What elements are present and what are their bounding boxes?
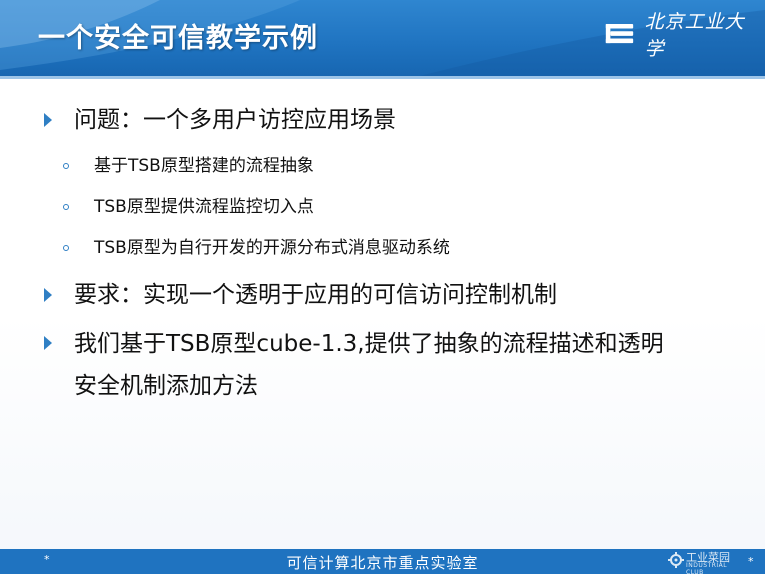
header-divider [0,76,765,79]
circle-bullet-icon [63,163,69,169]
university-emblem-icon [605,23,634,44]
watermark-subtext: INDUSTRIAL CLUB [686,562,728,574]
bullet-text: 要求：实现一个透明于应用的可信访问控制机制 [74,282,557,308]
sub-bullet-text: 基于TSB原型搭建的流程抽象 [94,156,314,176]
sub-bullet: TSB原型提供流程监控切入点 [42,187,742,228]
footer-mark-right: * [748,555,754,568]
slide-content: 问题：一个多用户访控应用场景 基于TSB原型搭建的流程抽象 TSB原型提供流程监… [42,100,742,413]
footer-lab-name: 可信计算北京市重点实验室 [286,554,479,572]
university-name: 北京工业大学 [644,11,745,60]
circle-bullet-icon [63,245,69,251]
triangle-bullet-icon [44,113,52,127]
bullet-approach: 我们基于TSB原型cube-1.3,提供了抽象的流程描述和透明 安全机制添加方法 [42,323,742,407]
triangle-bullet-icon [44,336,52,350]
gear-logo-icon [668,552,684,568]
sub-bullet: 基于TSB原型搭建的流程抽象 [42,146,742,187]
bullet-requirement: 要求：实现一个透明于应用的可信访问控制机制 [42,275,742,315]
page-title: 一个安全可信教学示例 [38,23,318,54]
bullet-text-line1: 我们基于TSB原型cube-1.3,提供了抽象的流程描述和透明 [74,331,664,357]
bullet-text: 问题：一个多用户访控应用场景 [74,107,396,133]
sub-bullet-text: TSB原型为自行开发的开源分布式消息驱动系统 [94,238,450,258]
circle-bullet-icon [63,204,69,210]
sub-bullet: TSB原型为自行开发的开源分布式消息驱动系统 [42,228,742,269]
sub-bullet-text: TSB原型提供流程监控切入点 [94,197,314,217]
watermark: 工业菜园 INDUSTRIAL CLUB [666,548,746,574]
header-bar: 一个安全可信教学示例 北京工业大学 [0,0,765,76]
slide: 一个安全可信教学示例 北京工业大学 问题：一个多用户访控应用场景 基于TSB原型… [0,0,765,574]
triangle-bullet-icon [44,288,52,302]
bullet-question: 问题：一个多用户访控应用场景 [42,100,742,140]
footer-bar: * 可信计算北京市重点实验室 * [0,549,765,574]
university-logo: 北京工业大学 [604,11,754,60]
bullet-text-line2: 安全机制添加方法 [74,373,258,399]
